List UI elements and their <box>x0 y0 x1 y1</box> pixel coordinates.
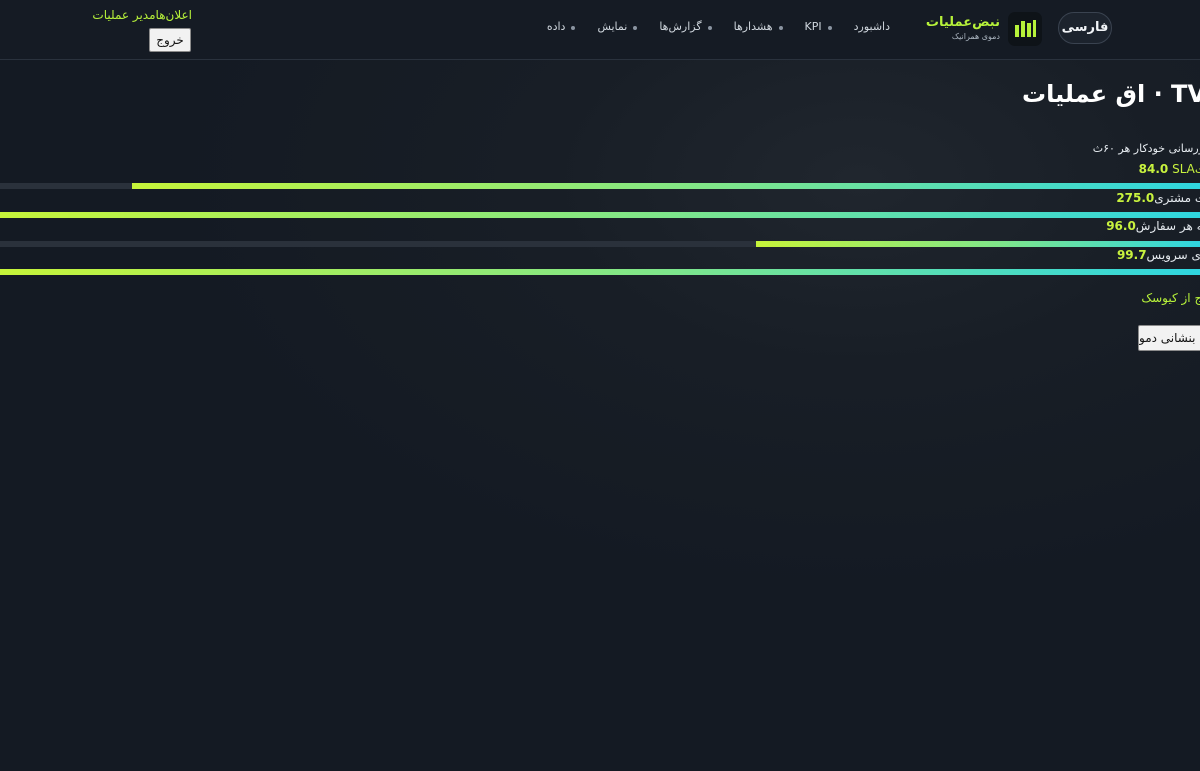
kpi-value: 84.0 <box>1138 162 1169 176</box>
kpi-bar-fill <box>0 269 1200 275</box>
kpi-value: 99.7 <box>1116 248 1147 262</box>
kpi-bar-availability <box>0 269 1200 275</box>
exit-kiosk-link[interactable]: وج از کیوسک <box>1141 291 1200 305</box>
nav-label: داشبورد <box>853 20 890 33</box>
kpi-prefix: یت <box>1195 162 1200 176</box>
kpi-name: اری سرویس <box>1146 248 1200 262</box>
kpi-name: SLA <box>1168 162 1195 176</box>
kpi-bar-sla <box>0 183 1200 189</box>
chevron-down-icon <box>707 25 712 30</box>
top-bar: فارسی نبض‌عملیات دموی همرانیک داشبورد KP… <box>0 0 1200 60</box>
chevron-down-icon <box>778 25 783 30</box>
nav-label: هشدارها <box>733 20 773 33</box>
nav-item-data[interactable]: داده <box>547 20 576 33</box>
chevron-down-icon <box>633 25 638 30</box>
nav-item-reports[interactable]: گزارش‌ها <box>659 20 712 33</box>
kpi-value: 275.0 <box>1116 191 1155 205</box>
nav-item-kpi[interactable]: KPI <box>805 20 832 33</box>
kpi-name: ینه هر سفارش <box>1135 219 1200 233</box>
app-root: فارسی نبض‌عملیات دموی همرانیک داشبورد KP… <box>0 0 1200 771</box>
page-title: اق عملیات · TV <box>1021 80 1200 108</box>
kpi-label-customer: 275.0یت مشتری <box>1116 191 1200 205</box>
nav-label: داده <box>546 20 566 33</box>
nav-item-dashboard[interactable]: داشبورد <box>854 20 890 33</box>
nav-label: گزارش‌ها <box>659 20 702 33</box>
chevron-down-icon <box>827 25 832 30</box>
kpi-bar-fill <box>132 183 1200 189</box>
kpi-bar-fill <box>756 241 1200 247</box>
kpi-label-cost-per-order: 96.0ینه هر سفارش <box>1106 219 1200 233</box>
kpi-label-sla: 84.0 SLAیت <box>1139 162 1200 176</box>
brand-name: نبض‌عملیات <box>925 15 1000 30</box>
kpi-bar-customer <box>0 212 1200 218</box>
auto-refresh-note: زرسانی خودکار هر ۶۰ث <box>1092 142 1200 155</box>
main-nav: داشبورد KPI هشدارها گزارش‌ها نمایش داده <box>547 20 890 33</box>
nav-label: KPI <box>804 20 822 33</box>
nav-label: نمایش <box>597 20 628 33</box>
kpi-label-availability: 99.7اری سرویس <box>1117 248 1200 262</box>
kpi-bar-fill <box>0 212 1200 218</box>
nav-item-alerts[interactable]: هشدارها <box>734 20 783 33</box>
brand-subtitle: دموی همرانیک <box>951 32 1000 41</box>
kpi-name: یت مشتری <box>1154 191 1200 205</box>
logout-button[interactable]: خروج <box>149 28 191 52</box>
reset-demo-button[interactable]: بنشانی دمو <box>1138 325 1200 351</box>
kpi-bar-cost-per-order <box>0 241 1200 247</box>
language-button[interactable]: فارسی <box>1058 12 1112 44</box>
nav-item-display[interactable]: نمایش <box>597 20 638 33</box>
chevron-down-icon <box>571 25 576 30</box>
brand-logo-icon[interactable] <box>1008 12 1042 46</box>
notifications-user-link[interactable]: اعلان‌هامدیر عملیات <box>92 8 192 22</box>
kpi-value: 96.0 <box>1106 219 1136 233</box>
